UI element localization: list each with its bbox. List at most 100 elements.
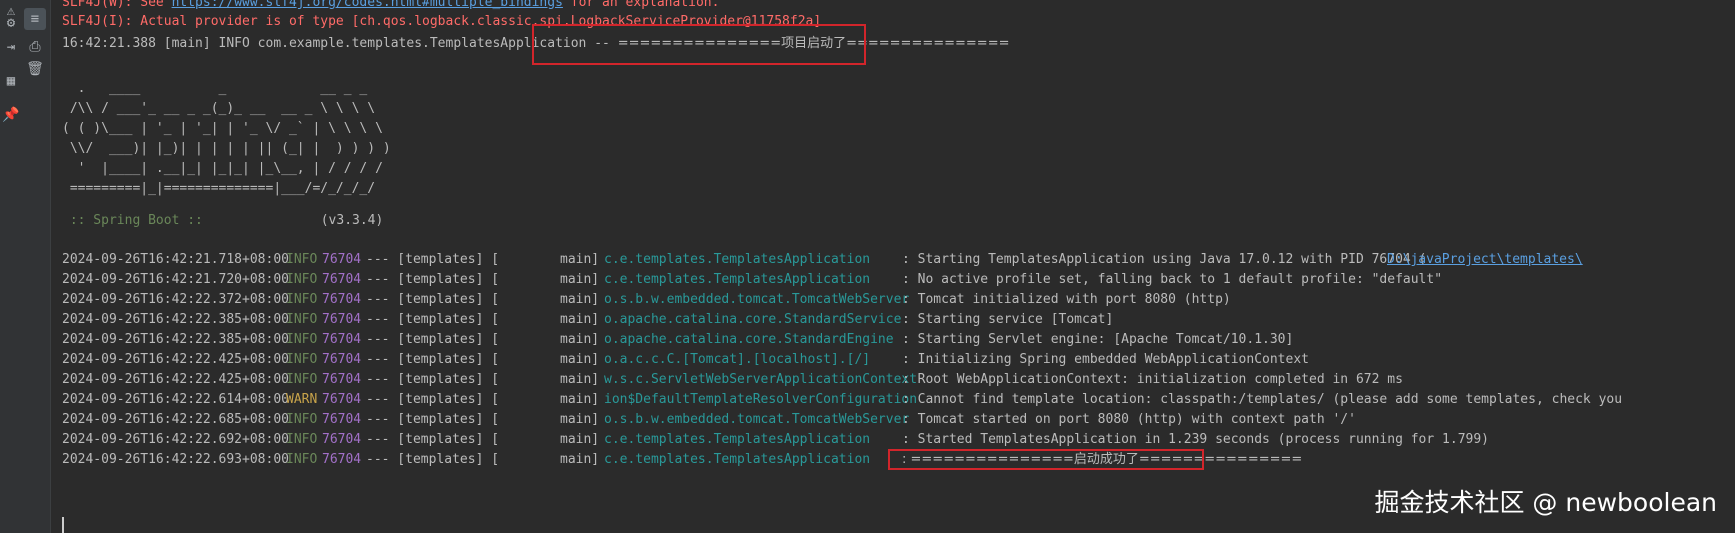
clear-icon[interactable]: 🗑 bbox=[24, 58, 46, 80]
log-thread: main] bbox=[560, 352, 600, 367]
log-timestamp: 2024-09-26T16:42:21.720+08:00 bbox=[62, 272, 289, 287]
log-app: --- [templates] [ bbox=[366, 292, 500, 307]
banner-line: ' |____| .__|_| |_|_| |_\__, | / / / / bbox=[62, 161, 383, 176]
log-app: --- [templates] [ bbox=[366, 392, 500, 407]
log-level: INFO bbox=[286, 352, 318, 367]
layout-icon[interactable]: ▦ bbox=[0, 70, 22, 92]
log-timestamp: 2024-09-26T16:42:22.685+08:00 bbox=[62, 412, 289, 427]
log-timestamp: 2024-09-26T16:42:22.614+08:00 bbox=[62, 392, 289, 407]
banner-line: \\/ ___)| |_)| | | | | || (_| | ) ) ) ) bbox=[62, 141, 391, 156]
log-thread: main] bbox=[560, 312, 600, 327]
banner-line: ( ( )\___ | '_ | '_| | '_ \/ _` | \ \ \ … bbox=[62, 121, 383, 136]
log-app: --- [templates] [ bbox=[366, 312, 500, 327]
log-pid: 76704 bbox=[322, 372, 362, 387]
log-app: --- [templates] [ bbox=[366, 272, 500, 287]
log-timestamp: 2024-09-26T16:42:22.385+08:00 bbox=[62, 312, 289, 327]
log-level: INFO bbox=[286, 252, 318, 267]
log-logger: c.e.templates.TemplatesApplication bbox=[604, 432, 871, 447]
soft-wrap-icon[interactable]: ≡ bbox=[24, 8, 46, 30]
log-app: --- [templates] [ bbox=[366, 452, 500, 467]
banner-line: /\\ / ___'_ __ _ _(_)_ __ __ _ \ \ \ \ bbox=[62, 101, 376, 116]
log-pid: 76704 bbox=[322, 312, 362, 327]
slf4j-link[interactable]: https://www.slf4j.org/codes.html#multipl… bbox=[172, 0, 563, 10]
print-icon[interactable]: ⎙ bbox=[24, 36, 46, 58]
log-pid: 76704 bbox=[322, 432, 362, 447]
log-level: WARN bbox=[286, 392, 318, 407]
log-pid: 76704 bbox=[322, 412, 362, 427]
log-message: : Initializing Spring embedded WebApplic… bbox=[902, 352, 1309, 367]
log-message: : Cannot find template location: classpa… bbox=[902, 392, 1623, 407]
log-thread: main] bbox=[560, 272, 600, 287]
log-timestamp: 2024-09-26T16:42:22.372+08:00 bbox=[62, 292, 289, 307]
log-app: --- [templates] [ bbox=[366, 252, 500, 267]
log-level: INFO bbox=[286, 432, 318, 447]
log-pid: 76704 bbox=[322, 332, 362, 347]
log-thread: main] bbox=[560, 332, 600, 347]
highlight-box-success bbox=[888, 449, 1204, 470]
log-thread: main] bbox=[560, 412, 600, 427]
log-app: --- [templates] [ bbox=[366, 352, 500, 367]
log-logger: c.e.templates.TemplatesApplication bbox=[604, 452, 871, 467]
log-thread: main] bbox=[560, 452, 600, 467]
log-thread: main] bbox=[560, 292, 600, 307]
console-toolbar: ⚠ ≡ ⚙ ⇥ ⎙ 🗑 ▦ 📌 bbox=[0, 0, 51, 533]
log-source-link[interactable]: D:\javaProject\templates\ bbox=[1387, 249, 1583, 271]
settings-icon[interactable]: ⚙ bbox=[0, 12, 22, 34]
log-message: : Started TemplatesApplication in 1.239 … bbox=[902, 432, 1489, 447]
log-logger: w.s.c.ServletWebServerApplicationContext bbox=[604, 372, 918, 387]
log-logger: c.e.templates.TemplatesApplication bbox=[604, 252, 871, 267]
log-logger: o.apache.catalina.core.StandardService bbox=[604, 312, 902, 327]
log-level: INFO bbox=[286, 312, 318, 327]
log-logger: ion$DefaultTemplateResolverConfiguration bbox=[604, 392, 918, 407]
pin-icon[interactable]: 📌 bbox=[0, 104, 22, 126]
spring-boot-version: (v3.3.4) bbox=[320, 213, 384, 228]
log-pid: 76704 bbox=[322, 352, 362, 367]
highlight-box-startup bbox=[532, 24, 866, 65]
log-timestamp: 2024-09-26T16:42:22.692+08:00 bbox=[62, 432, 289, 447]
log-level: INFO bbox=[286, 292, 318, 307]
log-timestamp: 2024-09-26T16:42:22.425+08:00 bbox=[62, 352, 289, 367]
exit-icon[interactable]: ⇥ bbox=[0, 36, 22, 58]
log-timestamp: 2024-09-26T16:42:21.718+08:00 bbox=[62, 252, 289, 267]
slf4j-warning-suffix: for an explanation. bbox=[562, 0, 720, 10]
text-caret bbox=[62, 517, 64, 533]
log-app: --- [templates] [ bbox=[366, 412, 500, 427]
watermark: 掘金技术社区 @ newboolean bbox=[1374, 488, 1717, 517]
log-pid: 76704 bbox=[322, 452, 362, 467]
log-level: INFO bbox=[286, 272, 318, 287]
log-timestamp: 2024-09-26T16:42:22.385+08:00 bbox=[62, 332, 289, 347]
banner-line: . ____ _ __ _ _ bbox=[62, 81, 368, 96]
log-thread: main] bbox=[560, 392, 600, 407]
log-pid: 76704 bbox=[322, 272, 362, 287]
log-message: : Starting Servlet engine: [Apache Tomca… bbox=[902, 332, 1294, 347]
log-logger: o.a.c.c.C.[Tomcat].[localhost].[/] bbox=[604, 352, 871, 367]
log-pid: 76704 bbox=[322, 252, 362, 267]
log-message: : Starting TemplatesApplication using Ja… bbox=[902, 252, 1427, 267]
log-logger: o.s.b.w.embedded.tomcat.TomcatWebServer bbox=[604, 292, 910, 307]
log-pid: 76704 bbox=[322, 292, 362, 307]
log-message: : Tomcat initialized with port 8080 (htt… bbox=[902, 292, 1231, 307]
log-thread: main] bbox=[560, 432, 600, 447]
spring-boot-label: :: Spring Boot :: bbox=[62, 213, 211, 228]
banner-line: =========|_|==============|___/=/_/_/_/ bbox=[62, 181, 376, 196]
log-thread: main] bbox=[560, 372, 600, 387]
log-level: INFO bbox=[286, 412, 318, 427]
log-level: INFO bbox=[286, 332, 318, 347]
log-level: INFO bbox=[286, 372, 318, 387]
log-message: : Starting service [Tomcat] bbox=[902, 312, 1114, 327]
log-logger: o.apache.catalina.core.StandardEngine bbox=[604, 332, 894, 347]
log-app: --- [templates] [ bbox=[366, 332, 500, 347]
log-message: : No active profile set, falling back to… bbox=[902, 272, 1443, 287]
log-message: : Tomcat started on port 8080 (http) wit… bbox=[902, 412, 1356, 427]
log-pid: 76704 bbox=[322, 392, 362, 407]
log-thread: main] bbox=[560, 252, 600, 267]
spring-boot-version-line: :: Spring Boot :: (v3.3.4) bbox=[62, 210, 384, 232]
log-timestamp: 2024-09-26T16:42:22.693+08:00 bbox=[62, 452, 289, 467]
log-level: INFO bbox=[286, 452, 318, 467]
slf4j-warning-text: SLF4J(W): See bbox=[62, 0, 172, 10]
log-timestamp: 2024-09-26T16:42:22.425+08:00 bbox=[62, 372, 289, 387]
log-message: : Root WebApplicationContext: initializa… bbox=[902, 372, 1403, 387]
console-output[interactable]: SLF4J(W): See https://www.slf4j.org/code… bbox=[62, 0, 1735, 533]
log-app: --- [templates] [ bbox=[366, 372, 500, 387]
log-logger: c.e.templates.TemplatesApplication bbox=[604, 272, 871, 287]
